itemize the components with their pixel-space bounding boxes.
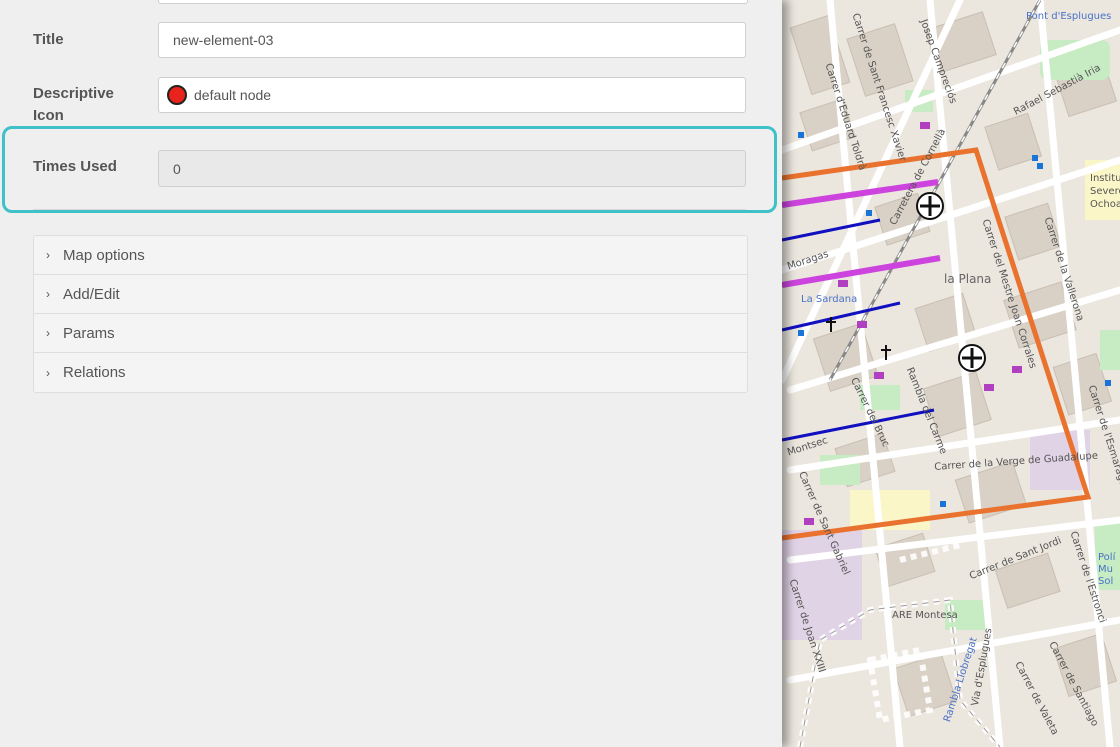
- descriptive-icon-label: Descriptive Icon: [33, 83, 114, 127]
- map-label: Pont d'Esplugues: [1026, 11, 1112, 22]
- map-label: La Sardana: [801, 294, 858, 305]
- descriptive-icon-select[interactable]: default node: [158, 77, 746, 113]
- descriptive-icon-label-line1: Descriptive: [33, 85, 114, 102]
- accordion-map-options[interactable]: › Map options: [34, 236, 747, 275]
- accordion-label: Relations: [63, 364, 126, 381]
- accordion-label: Add/Edit: [63, 285, 120, 303]
- descriptive-icon-label-line2: Icon: [33, 107, 64, 124]
- map-label: Polí Mu Sol: [1098, 552, 1116, 587]
- red-node-icon: [167, 85, 187, 105]
- title-value: new-element-03: [173, 32, 274, 48]
- accordion-params[interactable]: › Params: [34, 314, 747, 353]
- map-label: Institut Severo Ochoa: [1090, 173, 1120, 210]
- previous-field[interactable]: [158, 0, 748, 4]
- chevron-right-icon: ›: [46, 365, 50, 380]
- chevron-right-icon: ›: [46, 287, 50, 301]
- move-marker-icon[interactable]: [958, 344, 986, 372]
- element-properties-panel: Title new-element-03 Descriptive Icon de…: [0, 0, 782, 747]
- map-label: ARE Montesa: [892, 610, 958, 621]
- accordion-label: Params: [63, 324, 115, 342]
- accordion-add-edit[interactable]: › Add/Edit: [34, 275, 747, 314]
- chevron-right-icon: ›: [46, 326, 50, 340]
- title-label: Title: [33, 31, 64, 48]
- options-accordion: › Map options › Add/Edit › Params › Rela…: [33, 235, 748, 393]
- accordion-relations[interactable]: › Relations: [34, 353, 747, 392]
- chevron-right-icon: ›: [46, 248, 50, 262]
- descriptive-icon-value: default node: [194, 87, 272, 103]
- move-marker-icon[interactable]: [916, 192, 944, 220]
- accordion-label: Map options: [63, 246, 145, 264]
- highlight-box: [2, 126, 777, 213]
- map-label: la Plana: [944, 272, 992, 286]
- title-input[interactable]: new-element-03: [158, 22, 746, 58]
- divider: [33, 209, 746, 210]
